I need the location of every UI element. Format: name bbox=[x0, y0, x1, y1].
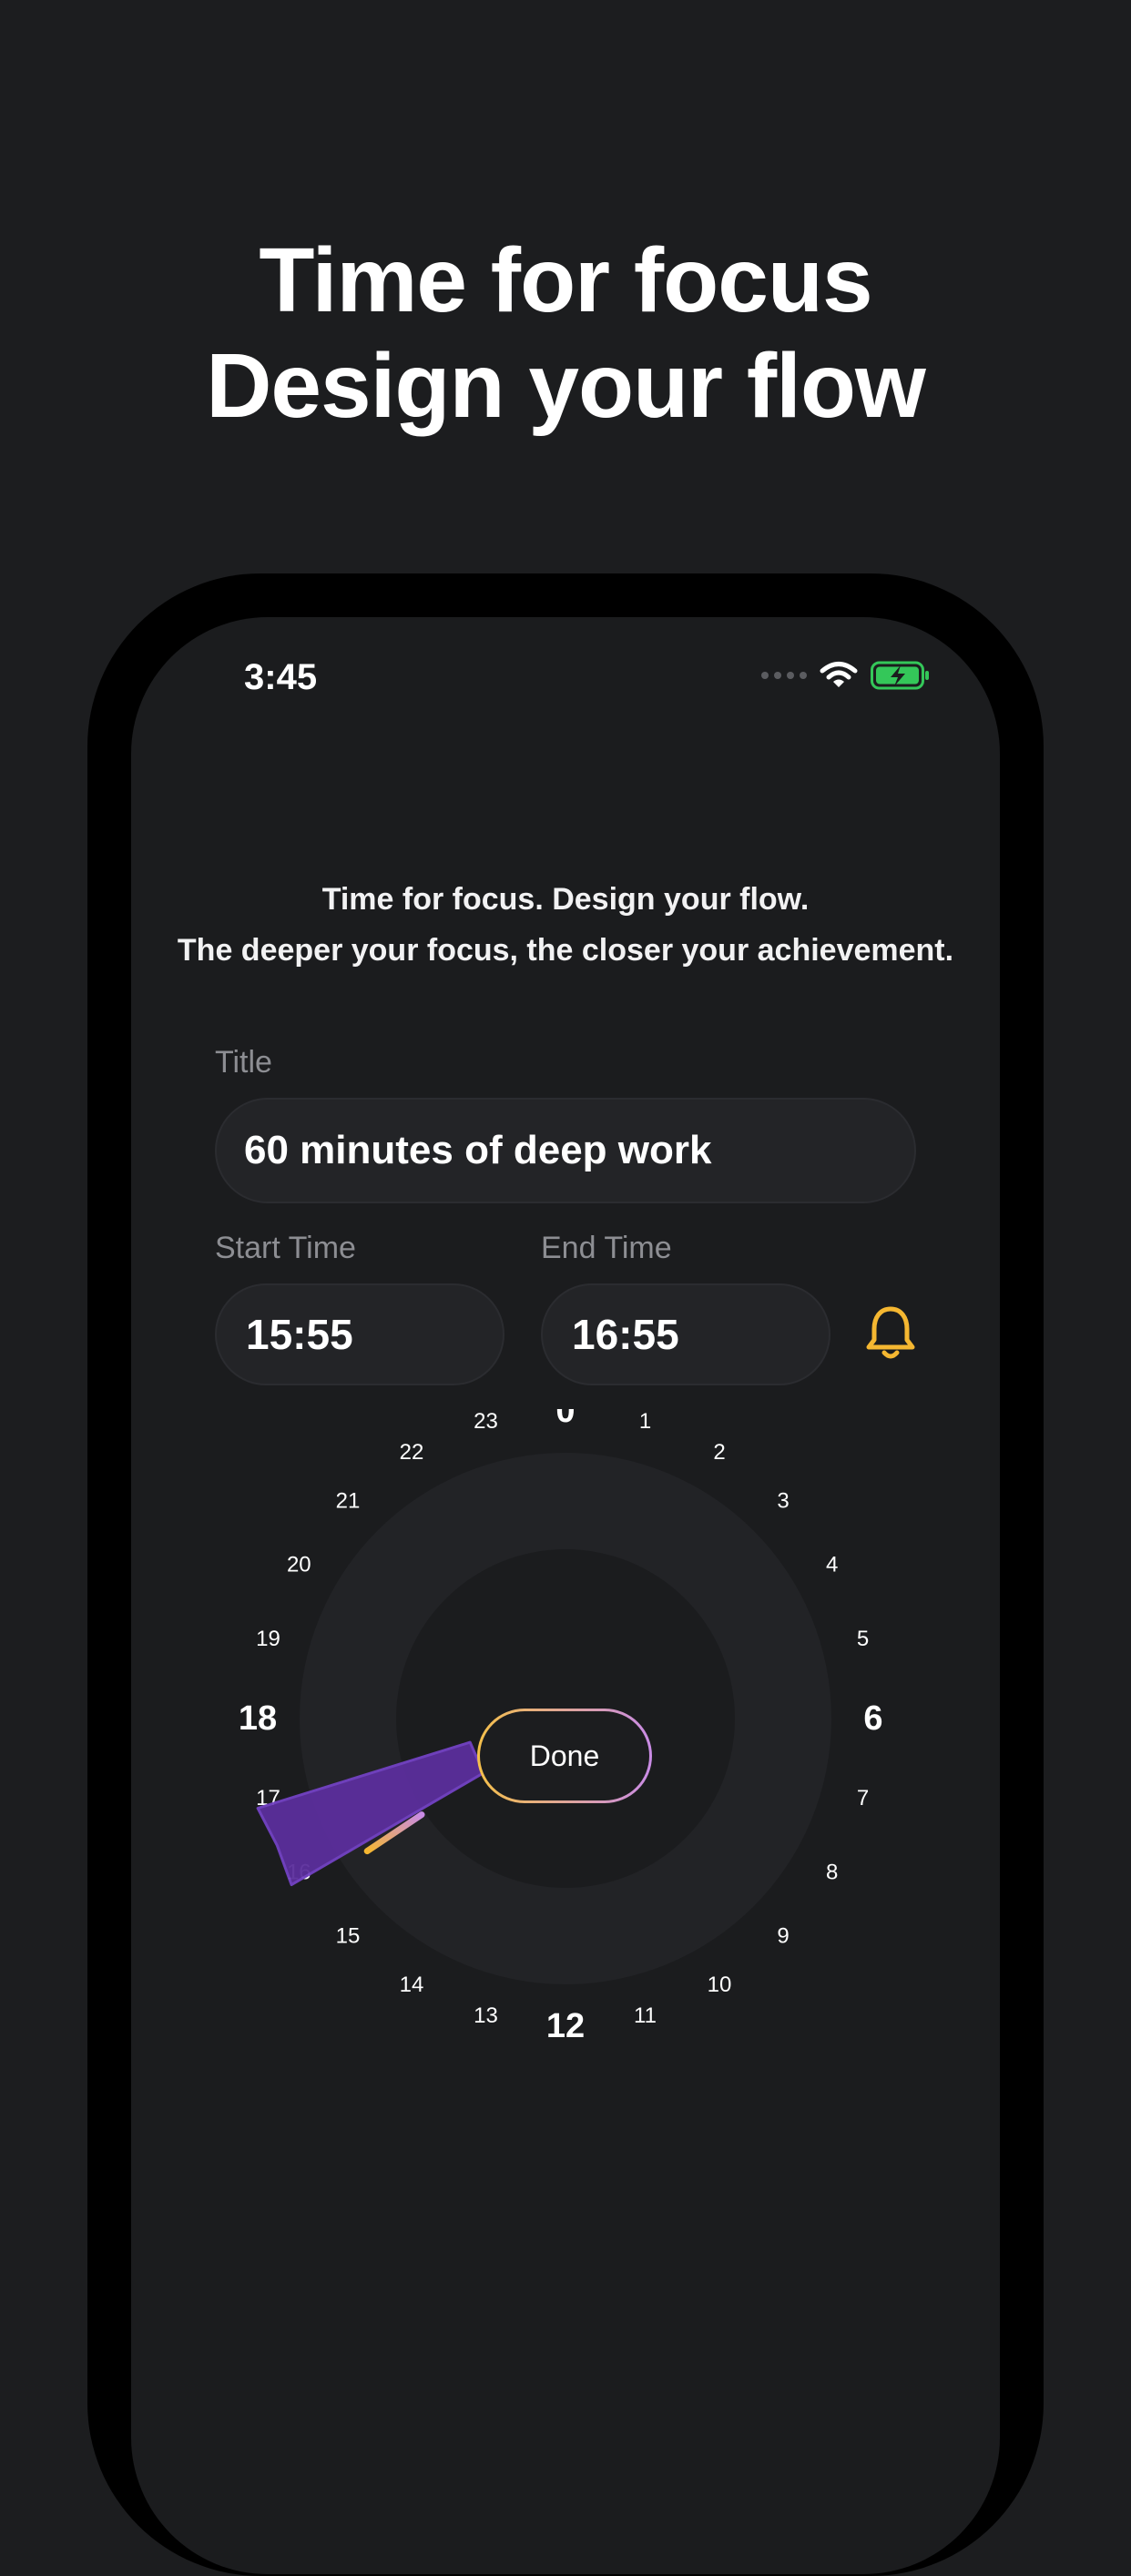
hour-label-13: 13 bbox=[474, 2003, 498, 2028]
hour-label-11: 11 bbox=[634, 2003, 657, 2028]
done-button-label: Done bbox=[529, 1739, 600, 1772]
end-time-value: 16:55 bbox=[572, 1311, 679, 1358]
hour-label-22: 22 bbox=[400, 1440, 424, 1465]
hour-label-5: 5 bbox=[857, 1627, 869, 1651]
hour-label-18: 18 bbox=[239, 1699, 277, 1738]
hour-label-19: 19 bbox=[256, 1627, 280, 1651]
start-time-value: 15:55 bbox=[246, 1311, 353, 1358]
status-time: 3:45 bbox=[244, 657, 318, 697]
start-time-label: Start Time bbox=[215, 1231, 356, 1265]
hour-label-14: 14 bbox=[400, 1973, 424, 1997]
title-input-value: 60 minutes of deep work bbox=[244, 1128, 712, 1172]
hour-label-12: 12 bbox=[546, 2007, 585, 2045]
intro-text: Time for focus. Design your flow. The de… bbox=[131, 874, 1000, 976]
hero-line-2: Design your flow bbox=[206, 335, 926, 437]
hour-label-6: 6 bbox=[863, 1699, 882, 1738]
hour-label-3: 3 bbox=[777, 1489, 789, 1514]
title-input[interactable]: 60 minutes of deep work bbox=[215, 1098, 916, 1203]
hour-label-1: 1 bbox=[639, 1409, 651, 1434]
hour-label-4: 4 bbox=[826, 1553, 838, 1577]
end-time-input[interactable]: 16:55 bbox=[541, 1283, 830, 1385]
intro-line-1: Time for focus. Design your flow. bbox=[321, 882, 810, 917]
hour-label-15: 15 bbox=[336, 1924, 361, 1949]
battery-charging-icon bbox=[871, 661, 929, 690]
wifi-icon bbox=[820, 662, 858, 687]
hour-label-2: 2 bbox=[713, 1440, 725, 1465]
hour-label-0: 0 bbox=[555, 1409, 575, 1430]
status-icons bbox=[761, 661, 931, 690]
hour-label-7: 7 bbox=[857, 1786, 869, 1810]
hero-headline: Time for focus Design your flow bbox=[0, 228, 1131, 439]
hour-label-20: 20 bbox=[287, 1553, 311, 1577]
hour-label-23: 23 bbox=[474, 1409, 498, 1434]
title-label: Title bbox=[215, 1045, 272, 1080]
hour-label-8: 8 bbox=[826, 1861, 838, 1885]
hour-label-9: 9 bbox=[777, 1924, 789, 1949]
done-button[interactable]: Done bbox=[477, 1709, 652, 1803]
end-time-label: End Time bbox=[541, 1231, 672, 1265]
hour-label-10: 10 bbox=[708, 1973, 732, 1997]
intro-line-2: The deeper your focus, the closer your a… bbox=[177, 933, 954, 968]
start-time-input[interactable]: 15:55 bbox=[215, 1283, 504, 1385]
hour-label-21: 21 bbox=[336, 1489, 361, 1514]
hero-line-1: Time for focus bbox=[259, 229, 872, 331]
signal-dots-icon bbox=[761, 672, 807, 679]
phone-screen: 3:45 Time for focus. Design your flow. T… bbox=[131, 617, 1000, 2574]
bell-icon[interactable] bbox=[865, 1303, 916, 1362]
